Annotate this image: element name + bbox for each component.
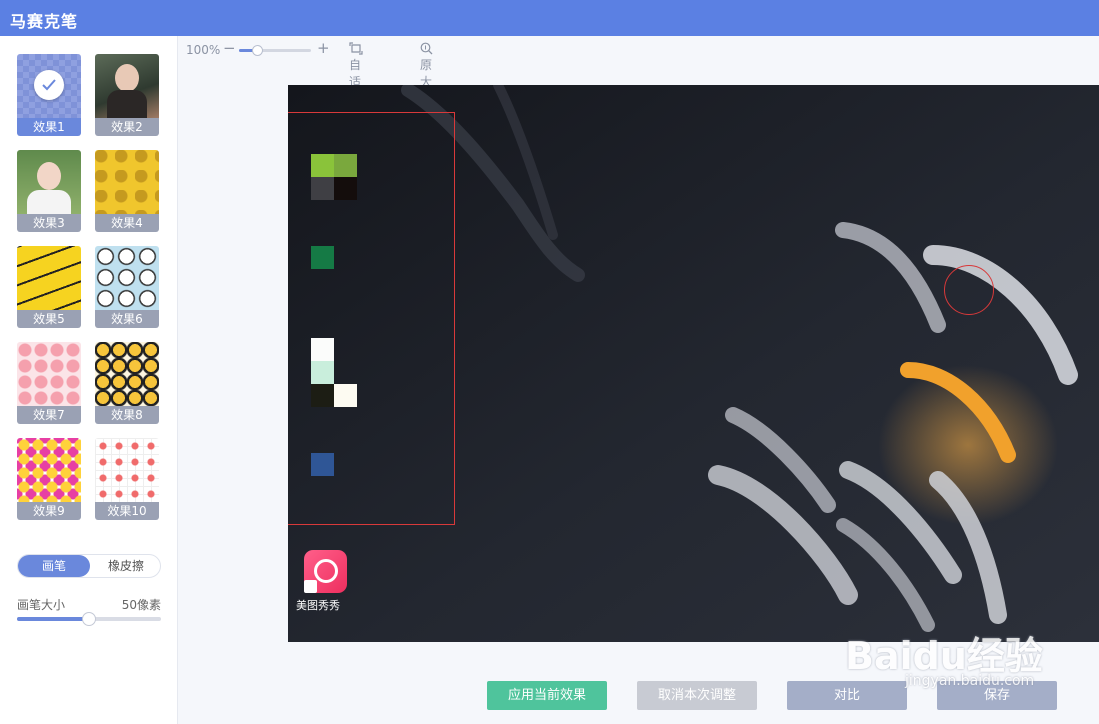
effect-3-preview (17, 150, 81, 214)
editing-canvas[interactable]: 美图秀秀 (288, 85, 1099, 642)
effect-label: 效果2 (95, 118, 159, 136)
effect-5-preview (17, 246, 81, 310)
effect-4-preview (95, 150, 159, 214)
effect-label: 效果9 (17, 502, 81, 520)
fit-icon (349, 42, 363, 55)
effect-label: 效果8 (95, 406, 159, 424)
effect-7-preview (17, 342, 81, 406)
brush-size-value: 50像素 (121, 598, 161, 612)
shortcut-arrow-icon (304, 580, 317, 593)
effect-label: 效果1 (17, 118, 81, 136)
effect-label: 效果7 (17, 406, 81, 424)
title-bar: 马赛克笔 (0, 0, 1099, 36)
effect-10-preview (95, 438, 159, 502)
zoom-slider-handle[interactable] (252, 45, 263, 56)
apply-effect-button[interactable]: 应用当前效果 (487, 681, 607, 710)
effect-thumb-10[interactable]: 效果10 (95, 438, 159, 520)
effect-thumb-7[interactable]: 效果7 (17, 342, 81, 424)
effect-thumb-4[interactable]: 效果4 (95, 150, 159, 232)
effect-label: 效果10 (95, 502, 159, 520)
effect-label: 效果4 (95, 214, 159, 232)
baidu-jingyan-watermark: Baidu经验 jingyan.baidu.com (845, 605, 1095, 695)
watermark-url: jingyan.baidu.com (905, 673, 1035, 689)
window-title: 马赛克笔 (10, 12, 79, 31)
watermark-brand: Baidu经验 (845, 634, 1043, 678)
effect-label: 效果6 (95, 310, 159, 328)
eraser-mode-button[interactable]: 橡皮擦 (90, 555, 162, 577)
brush-mode-button[interactable]: 画笔 (18, 555, 90, 577)
effect-thumb-5[interactable]: 效果5 (17, 246, 81, 328)
effect-2-preview (95, 54, 159, 118)
brush-size-row: 画笔大小 50像素 (17, 596, 161, 613)
effect-9-preview (17, 438, 81, 502)
mosaic-area-highlight (288, 112, 455, 525)
effects-sidebar: 效果1 效果2 效果3 效果4 效果5 效果6 效果7 效果8 效果9 效果10… (0, 36, 178, 724)
brush-cursor-circle (944, 265, 994, 315)
app-icon-label: 美图秀秀 (296, 599, 340, 612)
effect-6-preview (95, 246, 159, 310)
effect-thumb-3[interactable]: 效果3 (17, 150, 81, 232)
brush-size-fill (17, 617, 89, 621)
effect-thumb-9[interactable]: 效果9 (17, 438, 81, 520)
zoom-level: 100% (186, 43, 221, 57)
effect-label: 效果3 (17, 214, 81, 232)
meitu-app-icon (304, 550, 347, 593)
effect-thumb-6[interactable]: 效果6 (95, 246, 159, 328)
effect-8-preview (95, 342, 159, 406)
brush-size-slider[interactable] (17, 612, 161, 626)
zoom-slider[interactable] (239, 45, 311, 56)
tool-mode-toggle: 画笔 橡皮擦 (17, 554, 161, 578)
effect-label: 效果5 (17, 310, 81, 328)
effect-thumb-2[interactable]: 效果2 (95, 54, 159, 136)
selected-check-icon (34, 70, 64, 100)
zoom-in-button[interactable]: + (317, 39, 330, 57)
brush-size-handle[interactable] (82, 612, 96, 626)
cancel-adjustment-button[interactable]: 取消本次调整 (637, 681, 757, 710)
brush-size-label: 画笔大小 (17, 598, 66, 612)
magnifier-icon (420, 42, 433, 55)
effect-thumb-1[interactable]: 效果1 (17, 54, 81, 136)
zoom-out-button[interactable]: − (223, 39, 236, 57)
effect-thumb-8[interactable]: 效果8 (95, 342, 159, 424)
